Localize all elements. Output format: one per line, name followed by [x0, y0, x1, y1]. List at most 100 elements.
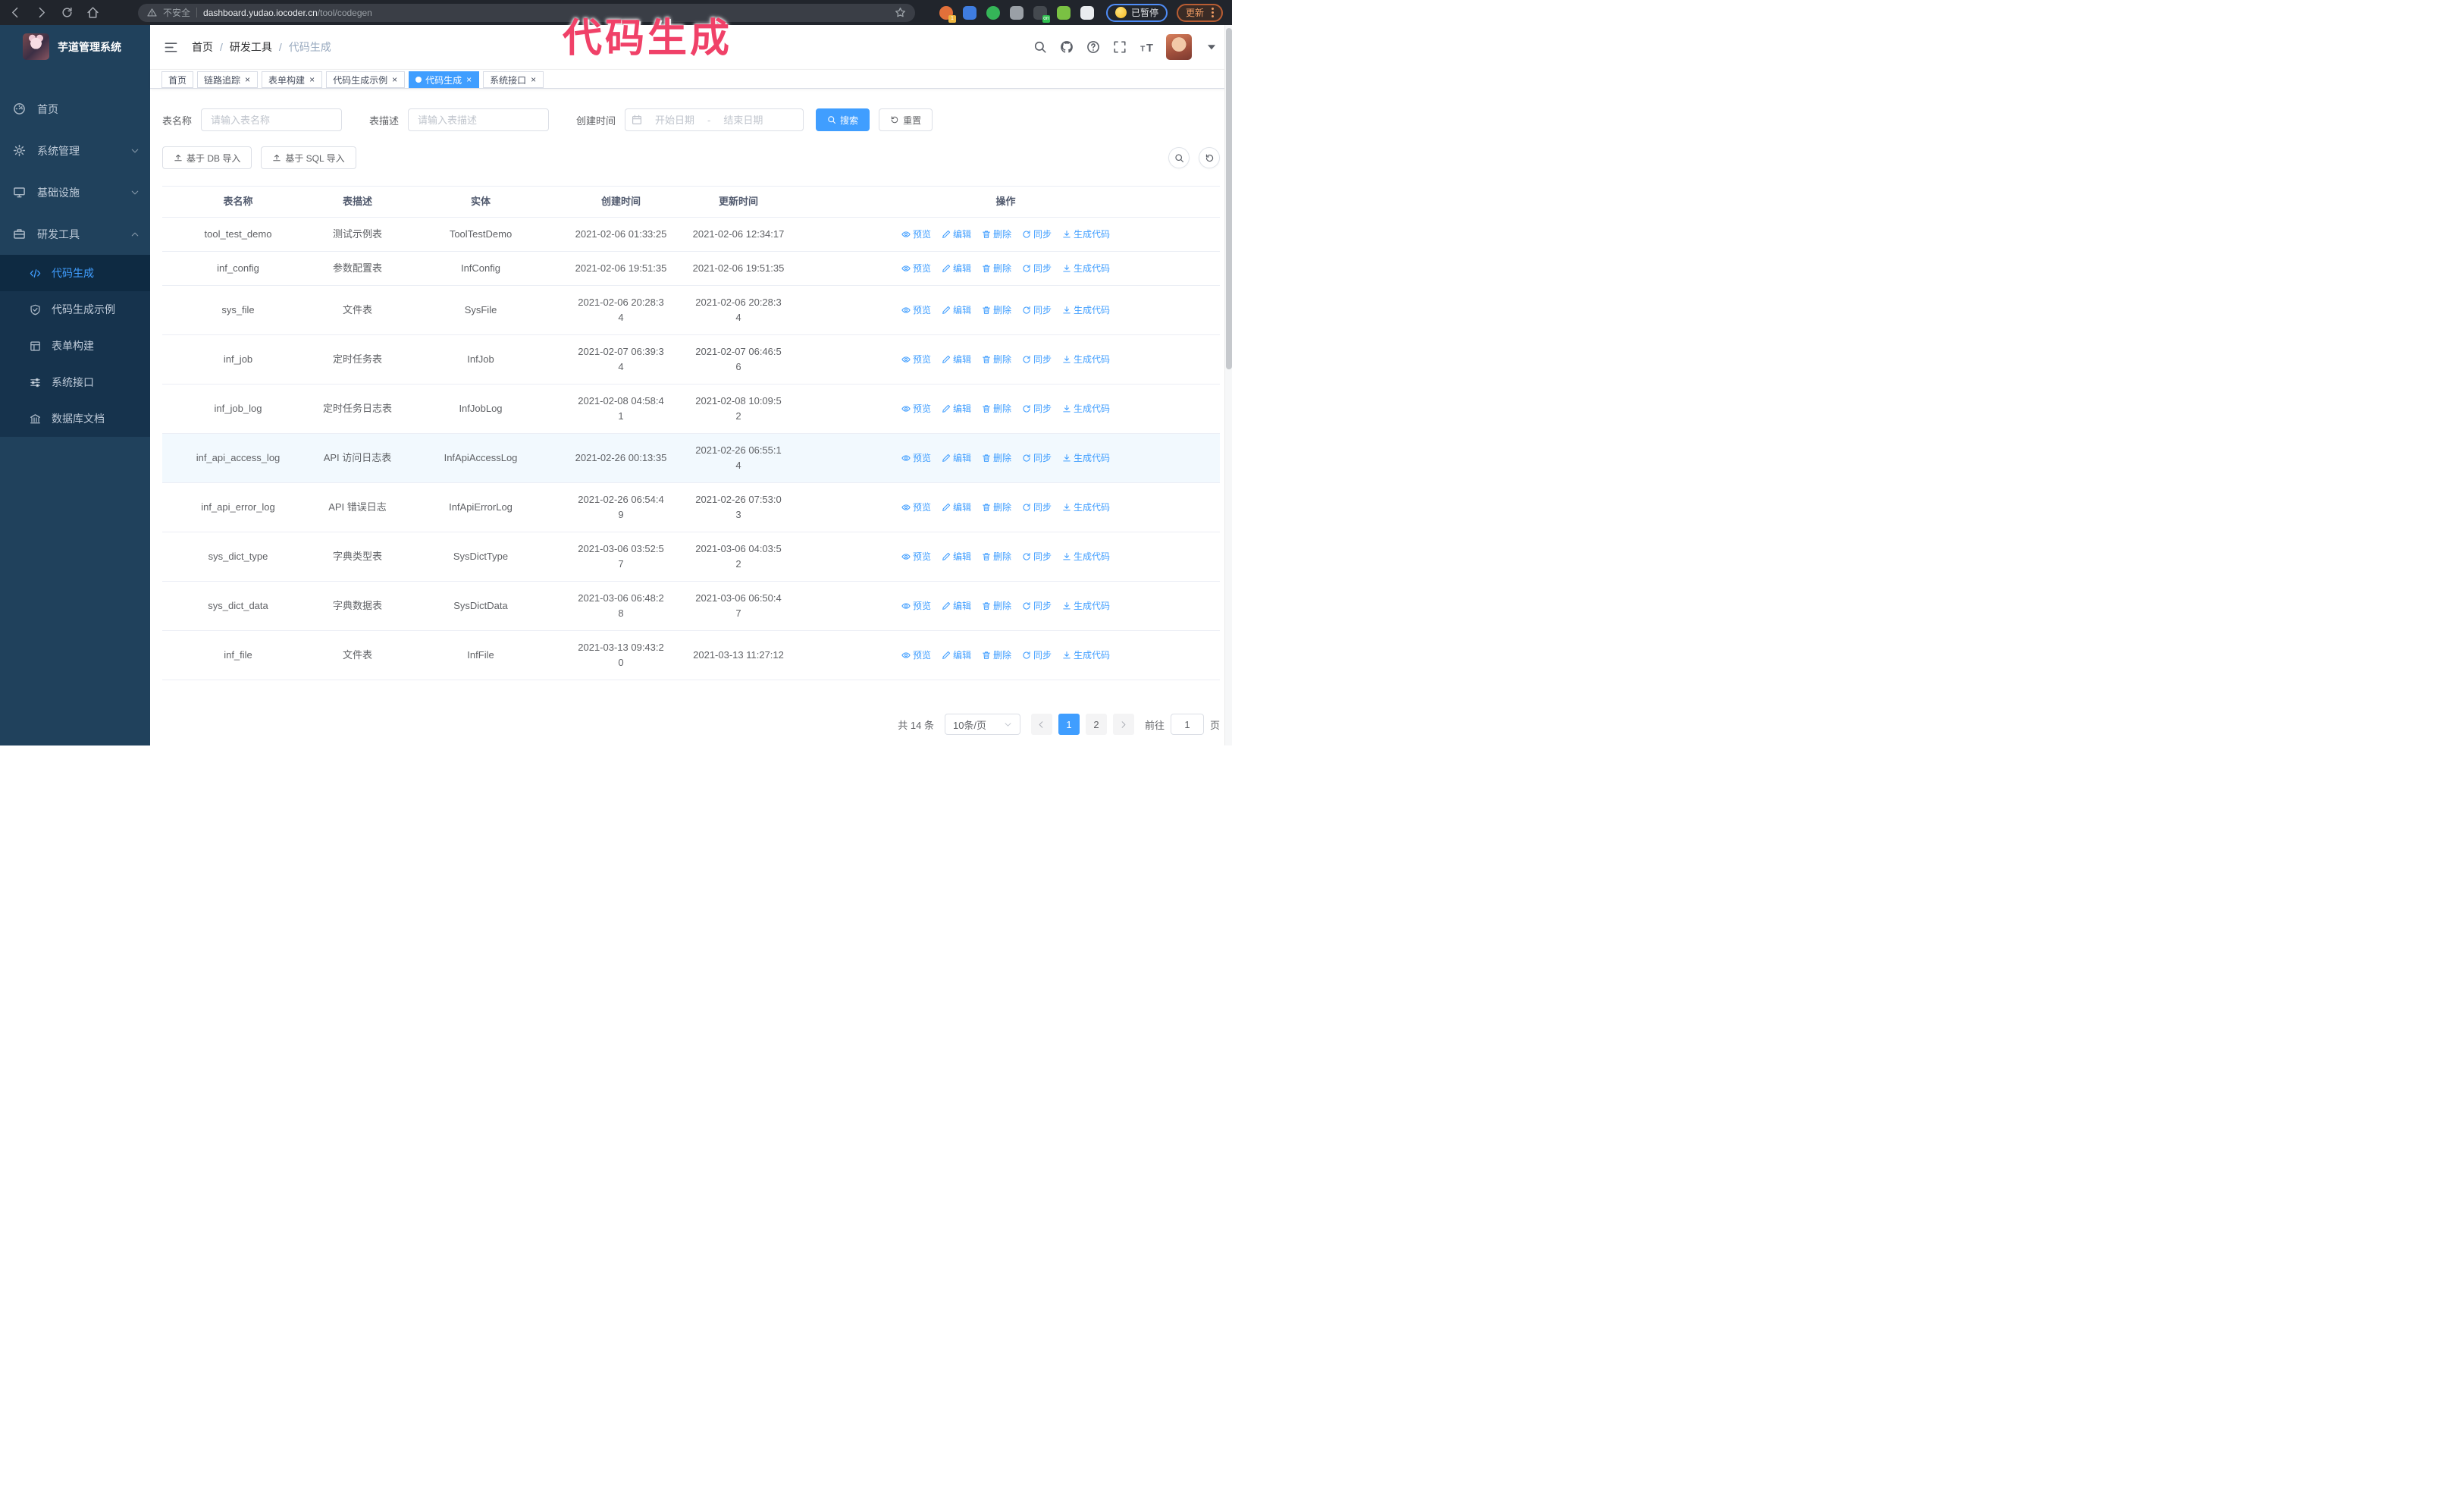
action-生成代码[interactable]: 生成代码 [1062, 549, 1110, 564]
hamburger-icon[interactable] [164, 40, 178, 55]
toggle-search-button[interactable] [1168, 147, 1190, 168]
browser-menu-kebab-icon[interactable] [1212, 8, 1214, 17]
action-删除[interactable]: 删除 [982, 261, 1011, 276]
sidebar-item-devtools[interactable]: 研发工具 [0, 213, 150, 255]
tab-首页[interactable]: 首页 [161, 71, 194, 88]
breadcrumb-item[interactable]: 研发工具 [230, 39, 272, 55]
column-header-操作[interactable]: 操作 [795, 187, 1216, 217]
action-预览[interactable]: 预览 [901, 648, 931, 663]
back-icon[interactable] [9, 6, 22, 19]
action-同步[interactable]: 同步 [1022, 598, 1052, 614]
action-预览[interactable]: 预览 [901, 500, 931, 515]
search-button[interactable]: 搜索 [816, 108, 870, 131]
action-编辑[interactable]: 编辑 [942, 549, 971, 564]
browser-update-button[interactable]: 更新 [1176, 3, 1223, 22]
table-row[interactable]: sys_dict_data 字典数据表 SysDictData 2021-03-06 … [162, 582, 1220, 631]
action-预览[interactable]: 预览 [901, 303, 931, 318]
address-bar[interactable]: 不安全 dashboard.yudao.iocoder.cn/tool/code… [138, 3, 915, 22]
table-row[interactable]: inf_config 参数配置表 InfConfig 2021-02-06 19:51… [162, 252, 1220, 286]
sidebar-item-codegen[interactable]: 代码生成 [0, 255, 150, 291]
action-同步[interactable]: 同步 [1022, 261, 1052, 276]
tab-close-icon[interactable]: × [466, 75, 472, 84]
sidebar-item-db-doc[interactable]: 数据库文档 [0, 400, 150, 437]
tab-close-icon[interactable]: × [244, 75, 251, 84]
action-同步[interactable]: 同步 [1022, 352, 1052, 367]
action-同步[interactable]: 同步 [1022, 648, 1052, 663]
action-编辑[interactable]: 编辑 [942, 598, 971, 614]
action-同步[interactable]: 同步 [1022, 401, 1052, 416]
column-header-表描述[interactable]: 表描述 [314, 187, 401, 217]
action-同步[interactable]: 同步 [1022, 500, 1052, 515]
sidebar-item-infra[interactable]: 基础设施 [0, 171, 150, 213]
action-同步[interactable]: 同步 [1022, 549, 1052, 564]
action-同步[interactable]: 同步 [1022, 450, 1052, 466]
action-删除[interactable]: 删除 [982, 450, 1011, 466]
extension-green-figure[interactable] [1056, 5, 1071, 20]
forward-icon[interactable] [35, 6, 48, 19]
action-删除[interactable]: 删除 [982, 227, 1011, 242]
action-编辑[interactable]: 编辑 [942, 648, 971, 663]
question-icon[interactable] [1086, 40, 1100, 54]
action-编辑[interactable]: 编辑 [942, 303, 971, 318]
action-预览[interactable]: 预览 [901, 401, 931, 416]
action-生成代码[interactable]: 生成代码 [1062, 598, 1110, 614]
action-预览[interactable]: 预览 [901, 227, 931, 242]
action-编辑[interactable]: 编辑 [942, 227, 971, 242]
table-row[interactable]: sys_file 文件表 SysFile 2021-02-06 20:28:3 4 20… [162, 286, 1220, 335]
tab-系统接口[interactable]: 系统接口 × [483, 71, 544, 88]
action-同步[interactable]: 同步 [1022, 303, 1052, 318]
page-button-1[interactable]: 1 [1058, 714, 1080, 735]
end-date-input[interactable] [715, 114, 772, 126]
column-header-创建时间[interactable]: 创建时间 [560, 187, 682, 217]
page-button-2[interactable]: 2 [1085, 714, 1107, 735]
tab-代码生成[interactable]: 代码生成 × [409, 71, 480, 88]
column-header-更新时间[interactable]: 更新时间 [682, 187, 795, 217]
extension-dark-on[interactable]: on [1033, 5, 1050, 23]
table-desc-input[interactable] [408, 108, 550, 131]
table-row[interactable]: inf_api_access_log API 访问日志表 InfApiAccessL… [162, 434, 1220, 483]
action-删除[interactable]: 删除 [982, 401, 1011, 416]
action-删除[interactable]: 删除 [982, 500, 1011, 515]
scrollbar-thumb[interactable] [1226, 28, 1232, 369]
home-icon[interactable] [86, 6, 99, 19]
extension-white-ghost[interactable] [1080, 5, 1094, 20]
breadcrumb-item[interactable]: 首页 [192, 39, 213, 55]
table-row[interactable]: inf_api_error_log API 错误日志 InfApiErrorLog 2… [162, 483, 1220, 532]
action-删除[interactable]: 删除 [982, 549, 1011, 564]
tab-链路追踪[interactable]: 链路追踪 × [197, 71, 259, 88]
tab-close-icon[interactable]: × [530, 75, 537, 84]
action-删除[interactable]: 删除 [982, 352, 1011, 367]
table-row[interactable]: tool_test_demo 测试示例表 ToolTestDemo 2021-02-0… [162, 218, 1220, 252]
tab-代码生成示例[interactable]: 代码生成示例 × [326, 71, 406, 88]
security-label[interactable]: 不安全 [163, 6, 190, 19]
caret-down-icon[interactable] [1205, 40, 1218, 54]
action-编辑[interactable]: 编辑 [942, 352, 971, 367]
action-删除[interactable]: 删除 [982, 303, 1011, 318]
sidebar-item-form-builder[interactable]: 表单构建 [0, 328, 150, 364]
action-预览[interactable]: 预览 [901, 450, 931, 466]
action-生成代码[interactable]: 生成代码 [1062, 401, 1110, 416]
sidebar-logo[interactable]: 芋道管理系统 [0, 25, 150, 68]
fullscreen-icon[interactable] [1113, 40, 1127, 54]
action-编辑[interactable]: 编辑 [942, 500, 971, 515]
next-page-button[interactable] [1112, 714, 1134, 735]
import-db-button[interactable]: 基于 DB 导入 [162, 146, 252, 169]
sidebar-item-codegen-example[interactable]: 代码生成示例 [0, 291, 150, 328]
refresh-table-button[interactable] [1199, 147, 1220, 168]
paused-badge[interactable]: 已暂停 [1105, 3, 1168, 22]
action-预览[interactable]: 预览 [901, 598, 931, 614]
table-row[interactable]: inf_file 文件表 InfFile 2021-03-13 09:43:2 0 20… [162, 631, 1220, 680]
extension-orange-circle[interactable]: 1 [939, 5, 956, 23]
reload-icon[interactable] [61, 6, 74, 19]
column-header-表名称[interactable]: 表名称 [162, 187, 314, 217]
date-range-picker[interactable]: - [625, 108, 804, 131]
table-name-input[interactable] [201, 108, 343, 131]
action-预览[interactable]: 预览 [901, 352, 931, 367]
page-size-select[interactable]: 10条/页 [944, 714, 1020, 735]
action-生成代码[interactable]: 生成代码 [1062, 303, 1110, 318]
action-删除[interactable]: 删除 [982, 598, 1011, 614]
action-生成代码[interactable]: 生成代码 [1062, 352, 1110, 367]
user-avatar[interactable] [1166, 34, 1192, 60]
action-生成代码[interactable]: 生成代码 [1062, 450, 1110, 466]
search-icon[interactable] [1033, 40, 1047, 54]
